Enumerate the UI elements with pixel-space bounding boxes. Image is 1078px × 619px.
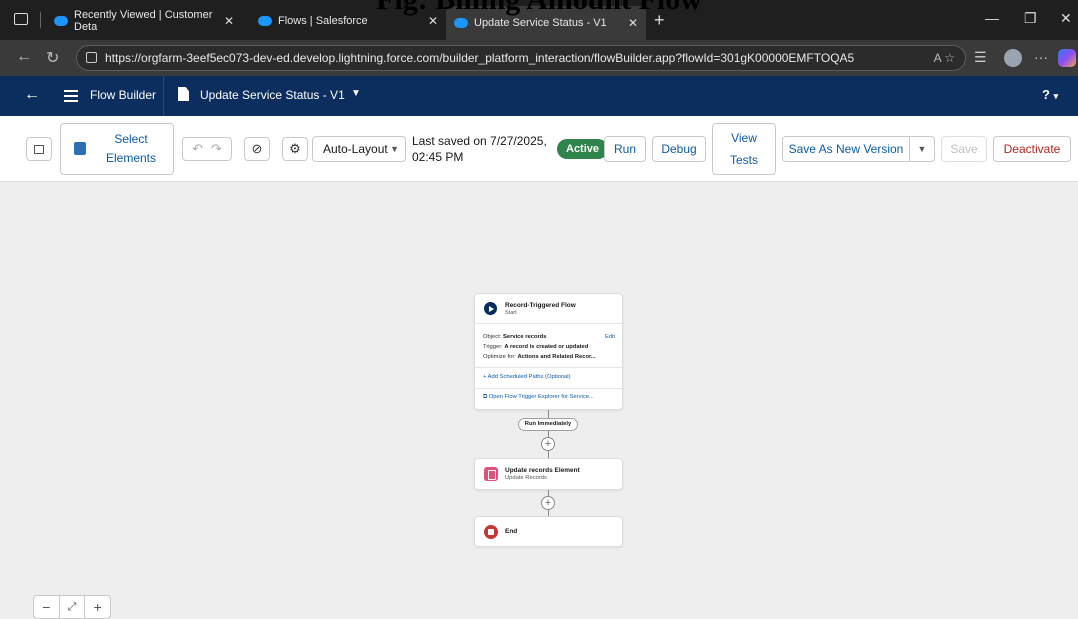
last-saved-date: Last saved on 7/27/2025, xyxy=(412,134,547,148)
zoom-controls: − ⤢ + xyxy=(33,595,111,619)
run-button[interactable]: Run xyxy=(604,136,646,162)
zoom-in-icon[interactable]: + xyxy=(85,596,110,618)
divider xyxy=(475,388,622,389)
errors-button[interactable]: ⊘ xyxy=(244,137,270,161)
play-icon xyxy=(484,302,497,315)
optimize-value: Actions and Related Recor... xyxy=(517,354,596,360)
start-element-header: Record-Triggered Flow Start xyxy=(475,294,622,324)
zoom-out-icon[interactable]: − xyxy=(34,596,60,618)
favorites-icon[interactable]: ☰ xyxy=(974,49,987,66)
deactivate-button[interactable]: Deactivate xyxy=(993,136,1071,162)
address-bar-row: ← ↻ https://orgfarm-3eef5ec073-dev-ed.de… xyxy=(0,40,1078,76)
document-icon xyxy=(178,87,189,101)
figure-caption: Fig: Billing Amount Flow xyxy=(0,0,1078,15)
last-saved-text: Last saved on 7/27/2025, 02:45 PM xyxy=(412,133,552,165)
trigger-row: Trigger: A record is created or updated xyxy=(483,344,589,350)
stop-icon xyxy=(484,525,498,539)
start-element[interactable]: Record-Triggered Flow Start Object: Serv… xyxy=(474,293,623,410)
close-icon[interactable]: ✕ xyxy=(224,14,234,28)
start-title: Record-Triggered Flow xyxy=(505,302,576,309)
update-records-icon xyxy=(484,467,498,481)
settings-button[interactable]: ⚙ xyxy=(282,137,308,161)
more-options-icon[interactable]: ··· xyxy=(1034,49,1048,65)
tab-label: Flows | Salesforce xyxy=(278,15,368,27)
divider xyxy=(475,367,622,368)
profile-avatar[interactable] xyxy=(1004,49,1022,67)
header-divider xyxy=(163,76,164,116)
select-elements-button[interactable]: Select Elements xyxy=(60,123,174,175)
flow-toolbar: Select Elements ↶ ↷ ⊘ ⚙ Auto-Layout ▼ La… xyxy=(0,116,1078,182)
close-icon[interactable]: ✕ xyxy=(628,16,638,30)
url-input[interactable]: https://orgfarm-3eef5ec073-dev-ed.develo… xyxy=(76,45,966,71)
help-menu[interactable]: ? ▾ xyxy=(1042,87,1058,102)
add-element-plus-icon[interactable]: + xyxy=(541,496,555,510)
undo-icon[interactable]: ↶ xyxy=(192,141,203,157)
object-value: Service records xyxy=(503,334,547,340)
select-elements-label: Select Elements xyxy=(105,132,157,165)
object-row: Object: Service records xyxy=(483,334,547,340)
chevron-down-icon[interactable]: ▼ xyxy=(351,88,361,99)
flow-title: Update Service Status - V1 xyxy=(200,88,345,102)
flow-canvas[interactable]: Record-Triggered Flow Start Object: Serv… xyxy=(0,182,1078,619)
last-saved-time: 02:45 PM xyxy=(412,150,464,164)
add-element-plus-icon[interactable]: + xyxy=(541,437,555,451)
trigger-value: A record is created or updated xyxy=(504,344,589,350)
salesforce-cloud-icon xyxy=(454,18,468,28)
path-label: Run Immediately xyxy=(518,418,578,431)
toggle-panel-button[interactable] xyxy=(26,137,52,161)
save-options-dropdown[interactable]: ▼ xyxy=(909,136,935,162)
redo-icon[interactable]: ↷ xyxy=(211,141,222,157)
layout-mode-select[interactable]: Auto-Layout ▼ xyxy=(312,136,406,162)
refresh-icon[interactable]: ↻ xyxy=(46,48,59,68)
add-scheduled-paths-link[interactable]: + Add Scheduled Paths (Optional) xyxy=(483,374,571,380)
optimize-row: Optimize for: Actions and Related Recor.… xyxy=(483,354,596,360)
chevron-down-icon: ▼ xyxy=(390,144,399,154)
select-elements-icon xyxy=(74,142,86,155)
back-arrow-icon[interactable]: ← xyxy=(24,86,40,104)
site-info-icon[interactable] xyxy=(86,52,97,63)
close-icon[interactable]: ✕ xyxy=(428,14,438,28)
connector-line xyxy=(548,410,549,418)
flow-builder-icon xyxy=(64,87,78,103)
status-badge: Active xyxy=(557,139,609,159)
fit-view-icon[interactable]: ⤢ xyxy=(60,596,86,618)
undo-redo-group: ↶ ↷ xyxy=(182,137,232,161)
save-button[interactable]: Save xyxy=(941,136,987,162)
flow-builder-header: ← Flow Builder Update Service Status - V… xyxy=(0,76,1078,116)
gear-icon: ⚙ xyxy=(289,141,301,156)
view-tests-label-1: View xyxy=(731,131,757,145)
layout-mode-value: Auto-Layout xyxy=(323,142,388,156)
tab-label: Update Service Status - V1 xyxy=(474,17,607,29)
read-aloud-favorite-icons[interactable]: A ☆ xyxy=(934,46,955,70)
url-text: https://orgfarm-3eef5ec073-dev-ed.develo… xyxy=(105,51,855,65)
salesforce-cloud-icon xyxy=(54,16,68,26)
copilot-icon[interactable] xyxy=(1058,49,1076,67)
update-element-subtitle: Update Records xyxy=(505,475,547,481)
save-as-new-version-button[interactable]: Save As New Version xyxy=(782,136,910,162)
salesforce-cloud-icon xyxy=(258,16,272,26)
panel-icon xyxy=(34,144,44,154)
update-records-element[interactable]: Update records Element Update Records xyxy=(474,458,623,490)
debug-button[interactable]: Debug xyxy=(652,136,706,162)
view-tests-label-2: Tests xyxy=(729,153,758,167)
update-element-title: Update records Element xyxy=(505,467,580,474)
start-subtitle: Start xyxy=(505,310,517,316)
help-icon: ? xyxy=(1042,87,1050,102)
end-title: End xyxy=(505,528,518,535)
end-element[interactable]: End xyxy=(474,516,623,547)
open-trigger-explorer-link[interactable]: ⧉ Open Flow Trigger Explorer for Service… xyxy=(483,394,594,401)
view-tests-button[interactable]: View Tests xyxy=(712,123,776,175)
app-label: Flow Builder xyxy=(90,88,157,102)
no-entry-icon: ⊘ xyxy=(251,141,263,156)
chevron-down-icon: ▼ xyxy=(917,144,927,154)
edit-link[interactable]: Edit xyxy=(605,334,615,340)
back-arrow-icon[interactable]: ← xyxy=(16,48,32,66)
